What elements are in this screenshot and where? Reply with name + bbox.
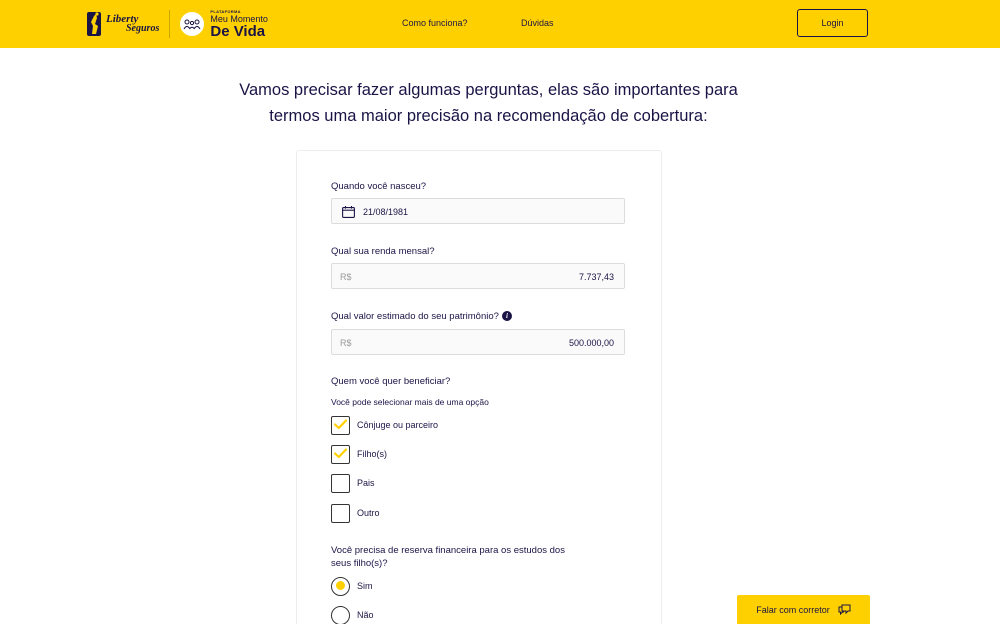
login-button[interactable]: Login bbox=[797, 9, 868, 37]
checkmark-icon bbox=[334, 447, 347, 458]
brand-logos[interactable]: Liberty Seguros PLATAFORMA Meu Momento D… bbox=[86, 8, 268, 40]
birth-date-label: Quando você nasceu? bbox=[331, 181, 427, 192]
option-conjuge-label: Cônjuge ou parceiro bbox=[357, 420, 439, 430]
statue-of-liberty-icon bbox=[87, 12, 101, 36]
falar-com-corretor-label: Falar com corretor bbox=[756, 604, 830, 615]
assets-label-text: Qual valor estimado do seu patrimônio? bbox=[331, 311, 499, 322]
option-sim-label: Sim bbox=[357, 581, 373, 591]
option-conjuge[interactable]: Cônjuge ou parceiro bbox=[331, 415, 438, 435]
radio-nao[interactable] bbox=[331, 605, 350, 624]
income-value: 7.737,43 bbox=[578, 272, 614, 282]
option-sim[interactable]: Sim bbox=[331, 576, 373, 596]
calendar-icon bbox=[342, 206, 355, 218]
income-field[interactable]: R$ 7.737,43 bbox=[331, 263, 625, 289]
option-filhos-label: Filho(s) bbox=[357, 449, 388, 459]
assets-label: Qual valor estimado do seu patrimônio? i bbox=[331, 311, 512, 322]
birth-date-value: 21/08/1981 bbox=[363, 207, 409, 217]
falar-com-corretor-button[interactable]: Falar com corretor bbox=[737, 595, 870, 624]
mmdv-line2: De Vida bbox=[210, 22, 266, 40]
checkbox-pais[interactable] bbox=[331, 473, 350, 493]
liberty-line2: Seguros bbox=[126, 23, 160, 34]
checkbox-conjuge[interactable] bbox=[331, 415, 350, 435]
info-icon[interactable]: i bbox=[501, 311, 512, 322]
beneficiaries-hint: Você pode selecionar mais de uma opção bbox=[331, 397, 489, 407]
birth-date-field[interactable]: 21/08/1981 bbox=[331, 198, 625, 224]
intro-line2: termos uma maior precisão na recomendaçã… bbox=[269, 107, 708, 125]
mmdv-tag: PLATAFORMA bbox=[210, 8, 241, 14]
income-currency-prefix: R$ bbox=[340, 272, 352, 282]
assets-value: 500.000,00 bbox=[568, 338, 614, 348]
reserve-question: Você precisa de reserva financeira para … bbox=[331, 544, 565, 570]
assets-field[interactable]: R$ 500.000,00 bbox=[331, 329, 625, 355]
option-outro[interactable]: Outro bbox=[331, 503, 380, 523]
checkmark-icon bbox=[334, 418, 347, 429]
meu-momento-de-vida-logo[interactable]: PLATAFORMA Meu Momento De Vida bbox=[180, 8, 268, 40]
radio-selected-dot bbox=[335, 581, 345, 590]
option-pais[interactable]: Pais bbox=[331, 473, 375, 493]
option-nao-label: Não bbox=[357, 610, 374, 620]
liberty-seguros-logo[interactable]: Liberty Seguros bbox=[86, 10, 159, 38]
radio-sim[interactable] bbox=[331, 576, 350, 596]
intro-line1: Vamos precisar fazer algumas perguntas, … bbox=[239, 81, 738, 99]
intro-text: Vamos precisar fazer algumas perguntas, … bbox=[200, 77, 777, 129]
liberty-wordmark: Liberty Seguros bbox=[106, 14, 159, 34]
top-header: Liberty Seguros PLATAFORMA Meu Momento D… bbox=[0, 0, 1000, 48]
reserve-label-line1: Você precisa de reserva financeira para … bbox=[331, 545, 565, 556]
chat-icon bbox=[838, 604, 851, 615]
option-outro-label: Outro bbox=[357, 508, 380, 518]
checkbox-filhos[interactable] bbox=[331, 444, 350, 464]
reserve-label-line2: seus filho(s)? bbox=[331, 558, 388, 569]
brand-divider bbox=[169, 10, 171, 38]
family-icon bbox=[180, 12, 205, 36]
nav-como-funciona[interactable]: Como funciona? bbox=[402, 18, 468, 28]
income-label: Qual sua renda mensal? bbox=[331, 246, 435, 257]
option-filhos[interactable]: Filho(s) bbox=[331, 444, 387, 464]
checkbox-outro[interactable] bbox=[331, 503, 350, 523]
mmdv-wordmark: PLATAFORMA Meu Momento De Vida bbox=[210, 8, 268, 40]
option-pais-label: Pais bbox=[357, 478, 375, 488]
nav-duvidas[interactable]: Dúvidas bbox=[521, 18, 554, 28]
option-nao[interactable]: Não bbox=[331, 605, 374, 624]
assets-currency-prefix: R$ bbox=[340, 338, 352, 348]
beneficiaries-label: Quem você quer beneficiar? bbox=[331, 376, 451, 387]
